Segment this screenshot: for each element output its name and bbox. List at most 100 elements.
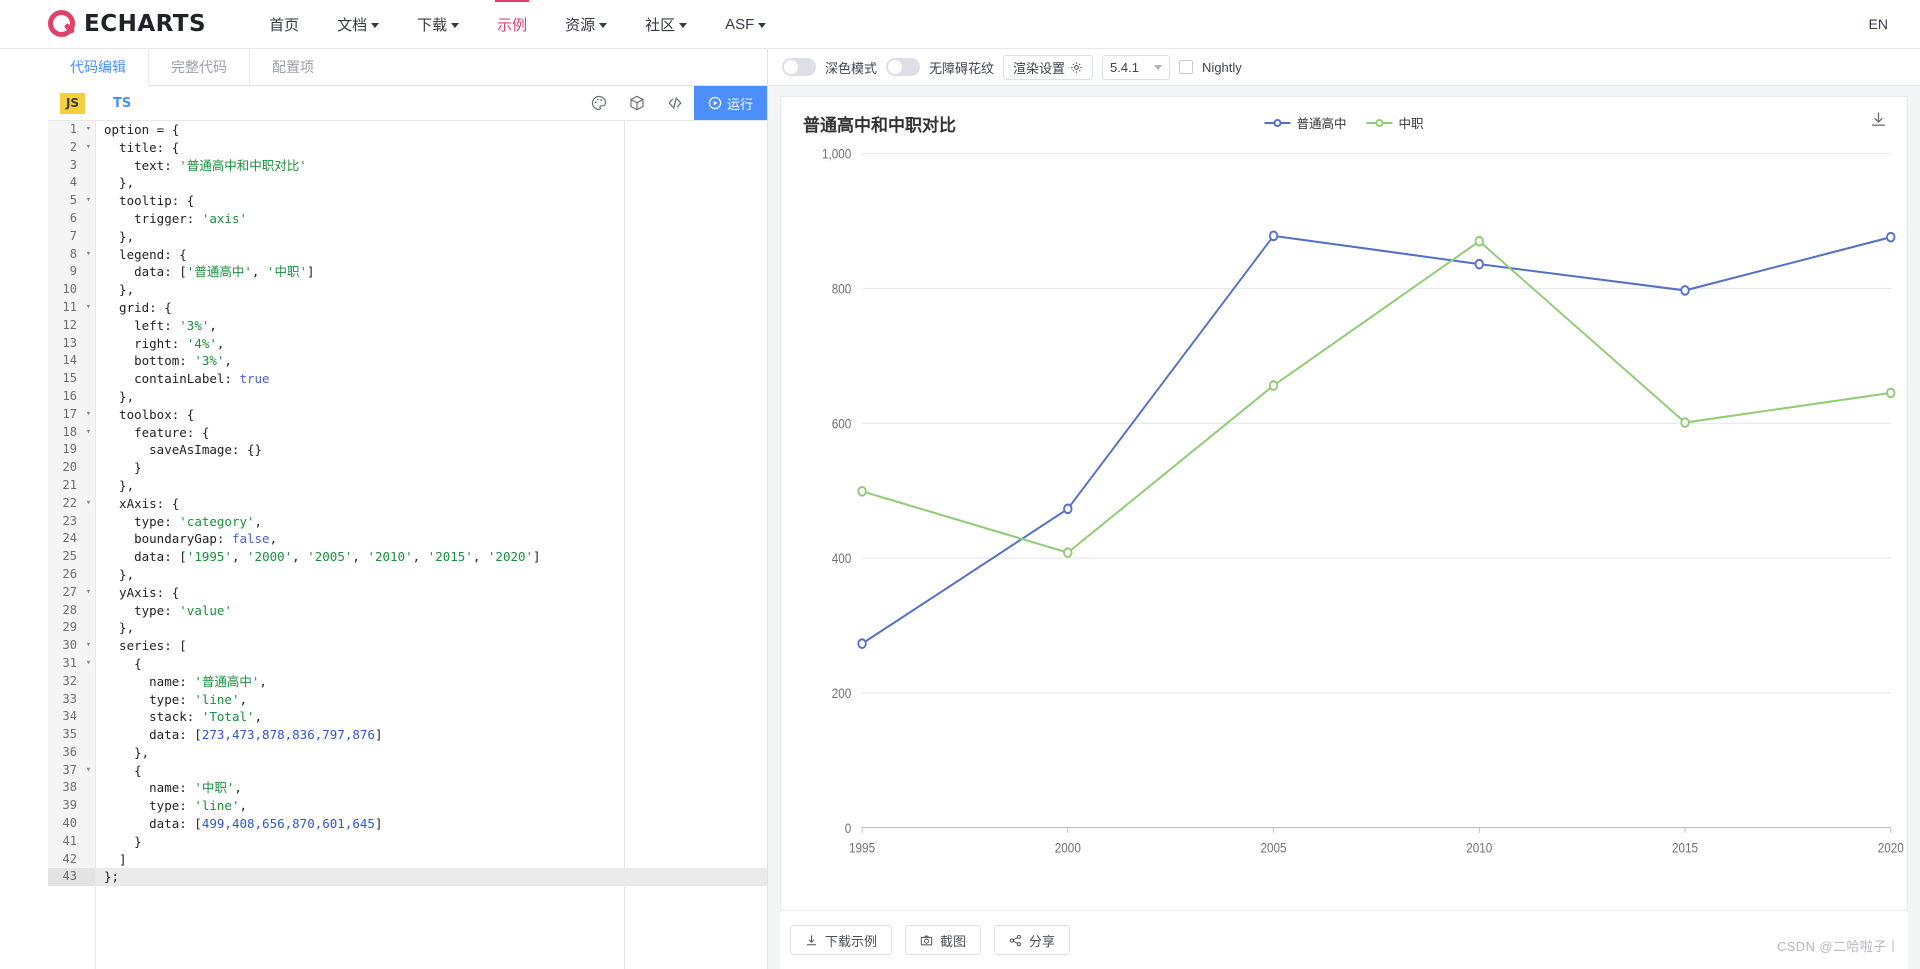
code-line[interactable]: 40 data: [499,408,656,870,601,645] — [48, 815, 767, 833]
render-settings-button[interactable]: 渲染设置 — [1003, 54, 1094, 80]
code-line[interactable]: 11 ▾ grid: { — [48, 298, 767, 317]
fold-toggle-icon[interactable]: ▾ — [82, 121, 95, 139]
code-line[interactable]: 37 ▾ { — [48, 761, 767, 780]
chevron-down-icon — [599, 22, 608, 28]
version-select[interactable]: 5.4.1 — [1102, 54, 1171, 80]
code-lines-container[interactable]: 1 ▾ option = {2 ▾ title: {3 text: '普通高中和中职对… — [48, 121, 767, 969]
code-line[interactable]: 12 left: '3%', — [48, 316, 767, 335]
fold-toggle-icon[interactable]: ▾ — [82, 654, 95, 673]
series-point[interactable] — [1063, 503, 1073, 515]
code-line[interactable]: 3 text: '普通高中和中职对比' — [48, 156, 767, 175]
code-line[interactable]: 41 } — [48, 832, 767, 851]
js-badge[interactable]: JS — [60, 92, 85, 114]
tab-options[interactable]: 配置项 — [250, 49, 336, 85]
fold-toggle-icon[interactable]: ▾ — [82, 245, 95, 264]
code-line[interactable]: 34 stack: 'Total', — [48, 708, 767, 727]
ts-badge[interactable]: TS — [113, 96, 131, 111]
series-point[interactable] — [1680, 417, 1690, 428]
code-line[interactable]: 1 ▾ option = { — [48, 121, 767, 139]
nav-link-download[interactable]: 下载 — [398, 0, 478, 48]
code-line[interactable]: 21 }, — [48, 476, 767, 495]
fold-toggle-icon[interactable]: ▾ — [82, 583, 95, 602]
tab-code-editor[interactable]: 代码编辑 — [48, 49, 149, 86]
code-line[interactable]: 43}; — [48, 868, 767, 887]
series-point[interactable] — [1474, 258, 1484, 270]
code-text: text: '普通高中和中职对比' — [104, 157, 307, 173]
code-line[interactable]: 24 boundaryGap: false, — [48, 530, 767, 549]
fold-toggle-icon[interactable]: ▾ — [82, 405, 95, 424]
series-point[interactable] — [1268, 230, 1279, 242]
code-text: }, — [104, 477, 135, 493]
series-point[interactable] — [1886, 387, 1896, 399]
code-brackets-icon[interactable] — [656, 86, 694, 120]
run-button[interactable]: 运行 — [693, 86, 767, 120]
code-line[interactable]: 30 ▾ series: [ — [48, 637, 767, 655]
code-line[interactable]: 20 } — [48, 459, 767, 477]
nav-link-asf[interactable]: ASF — [706, 0, 785, 48]
code-line[interactable]: 26 }, — [48, 565, 767, 584]
code-line[interactable]: 14 bottom: '3%', — [48, 352, 767, 371]
code-line[interactable]: 18 ▾ feature: { — [48, 423, 767, 442]
fold-toggle-icon[interactable]: ▾ — [82, 192, 95, 210]
fold-toggle-icon[interactable]: ▾ — [82, 637, 95, 655]
code-line[interactable]: 29 }, — [48, 619, 767, 638]
code-line[interactable]: 42 ] — [48, 850, 767, 869]
series-point[interactable] — [1886, 231, 1896, 243]
code-line[interactable]: 23 type: 'category', — [48, 512, 767, 531]
code-line[interactable]: 19 saveAsImage: {} — [48, 441, 767, 460]
code-line[interactable]: 35 data: [273,473,878,836,797,876] — [48, 726, 767, 744]
code-line[interactable]: 4 }, — [48, 174, 767, 193]
nav-link-examples[interactable]: 示例 — [478, 0, 546, 48]
code-line[interactable]: 9 data: ['普通高中', '中职'] — [48, 263, 767, 282]
series-point[interactable] — [1680, 285, 1690, 296]
screenshot-button[interactable]: 截图 — [905, 925, 982, 955]
fold-toggle-icon[interactable]: ▾ — [82, 138, 95, 157]
accessibility-pattern-toggle[interactable] — [886, 58, 921, 76]
series-point[interactable] — [857, 485, 867, 497]
code-line[interactable]: 17 ▾ toolbox: { — [48, 405, 767, 424]
language-switch[interactable]: EN — [1869, 16, 1896, 32]
fold-toggle-icon[interactable]: ▾ — [82, 494, 95, 513]
nav-link-docs[interactable]: 文档 — [318, 0, 398, 48]
code-text: name: '中职', — [104, 780, 242, 796]
series-point[interactable] — [1268, 380, 1279, 391]
echarts-logo[interactable]: ECHARTS — [48, 9, 206, 39]
code-line[interactable]: 10 }, — [48, 281, 767, 299]
line-number: 40 — [48, 815, 82, 833]
code-line[interactable]: 2 ▾ title: { — [48, 138, 767, 157]
fold-toggle-icon[interactable]: ▾ — [82, 761, 95, 780]
share-button[interactable]: 分享 — [994, 925, 1071, 955]
code-line[interactable]: 33 type: 'line', — [48, 690, 767, 709]
code-line[interactable]: 38 name: '中职', — [48, 779, 767, 798]
nav-link-home[interactable]: 首页 — [250, 0, 318, 48]
code-line[interactable]: 32 name: '普通高中', — [48, 672, 767, 691]
code-editor[interactable]: 1 ▾ option = {2 ▾ title: {3 text: '普通高中和中职对… — [48, 121, 767, 969]
code-line[interactable]: 8 ▾ legend: { — [48, 245, 767, 264]
palette-icon[interactable] — [580, 86, 618, 120]
code-line[interactable]: 6 trigger: 'axis' — [48, 209, 767, 228]
code-line[interactable]: 15 containLabel: true — [48, 370, 767, 388]
code-line[interactable]: 25 data: ['1995', '2000', '2005', '2010'… — [48, 548, 767, 566]
code-line[interactable]: 27 ▾ yAxis: { — [48, 583, 767, 602]
code-line[interactable]: 36 }, — [48, 743, 767, 762]
dark-mode-toggle[interactable] — [782, 58, 816, 76]
series-point[interactable] — [1474, 235, 1484, 247]
cube-icon[interactable] — [618, 86, 656, 120]
code-line[interactable]: 31 ▾ { — [48, 654, 767, 673]
nightly-checkbox[interactable] — [1179, 60, 1194, 74]
code-line[interactable]: 16 }, — [48, 387, 767, 406]
tab-full-code[interactable]: 完整代码 — [149, 49, 250, 85]
code-line[interactable]: 13 right: '4%', — [48, 334, 767, 353]
nav-link-resources[interactable]: 资源 — [546, 0, 626, 48]
series-point[interactable] — [1063, 547, 1073, 559]
code-line[interactable]: 22 ▾ xAxis: { — [48, 494, 767, 513]
fold-toggle-icon[interactable]: ▾ — [82, 423, 95, 442]
code-line[interactable]: 39 type: 'line', — [48, 797, 767, 816]
fold-toggle-icon[interactable]: ▾ — [82, 298, 95, 317]
code-line[interactable]: 7 }, — [48, 227, 767, 246]
series-point[interactable] — [857, 638, 867, 650]
code-line[interactable]: 5 ▾ tooltip: { — [48, 192, 767, 210]
code-line[interactable]: 28 type: 'value' — [48, 601, 767, 620]
download-example-button[interactable]: 下载示例 — [790, 925, 893, 955]
nav-link-community[interactable]: 社区 — [626, 0, 706, 48]
